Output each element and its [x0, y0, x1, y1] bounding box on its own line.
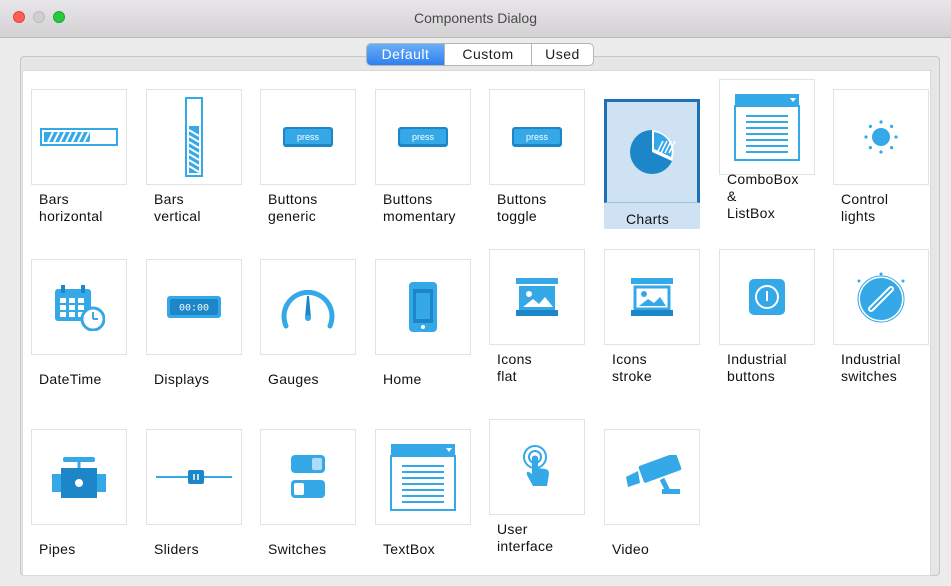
component-item-switches[interactable]: Switches — [260, 429, 356, 557]
svg-text:press: press — [297, 132, 320, 142]
title-bar[interactable]: Components Dialog — [0, 0, 951, 38]
tab-used[interactable]: Used — [532, 44, 593, 65]
svg-text:press: press — [526, 132, 549, 142]
combobox-icon — [719, 79, 815, 175]
component-label: Buttons generic — [268, 191, 318, 224]
image-flat-icon — [489, 249, 585, 345]
component-item-pipes[interactable]: Pipes — [31, 429, 127, 557]
component-label: Pipes — [39, 541, 76, 557]
component-label: Sliders — [154, 541, 199, 557]
component-label: Buttons toggle — [497, 191, 547, 224]
component-label: TextBox — [383, 541, 435, 557]
component-item-icons-flat[interactable]: Icons flat — [489, 249, 585, 384]
press-button-icon: press — [489, 89, 585, 185]
tab-default[interactable]: Default — [367, 44, 445, 65]
component-item-buttons-generic[interactable]: press Buttons generic — [260, 89, 356, 224]
component-item-user-interface[interactable]: User interface — [489, 419, 585, 554]
component-item-buttons-momentary[interactable]: press Buttons momentary — [375, 89, 471, 224]
component-item-combobox-listbox[interactable]: ComboBox & ListBox — [719, 79, 815, 221]
industrial-button-icon — [719, 249, 815, 345]
phone-icon — [375, 259, 471, 355]
tab-custom[interactable]: Custom — [445, 44, 532, 65]
components-dialog-window: Components Dialog Default Custom Used Ba… — [0, 0, 951, 586]
component-label: ComboBox & ListBox — [727, 171, 799, 221]
component-label: Video — [612, 541, 650, 557]
industrial-switch-icon — [833, 249, 929, 345]
component-label: Displays — [154, 371, 210, 387]
svg-text:press: press — [412, 132, 435, 142]
component-label: Home — [383, 371, 422, 387]
svg-text:00:00: 00:00 — [179, 304, 209, 315]
component-item-video[interactable]: Video — [604, 429, 700, 557]
component-item-bars-vertical[interactable]: Bars vertical — [146, 89, 242, 224]
component-item-charts[interactable]: Charts — [604, 99, 700, 229]
component-item-bars-horizontal[interactable]: Bars horizontal — [31, 89, 127, 224]
component-label: Industrial switches — [841, 351, 901, 384]
component-label: Icons stroke — [612, 351, 652, 384]
calendar-clock-icon — [31, 259, 127, 355]
component-label: Charts — [626, 211, 670, 227]
image-stroke-icon — [604, 249, 700, 345]
window-title: Components Dialog — [414, 10, 537, 26]
switch-icon — [260, 429, 356, 525]
component-label: User interface — [497, 521, 554, 554]
component-item-textbox[interactable]: TextBox — [375, 429, 471, 557]
slider-icon — [146, 429, 242, 525]
component-label: Bars horizontal — [39, 191, 103, 224]
component-label: Bars vertical — [154, 191, 201, 224]
component-item-gauges[interactable]: Gauges — [260, 259, 356, 387]
light-icon — [833, 89, 929, 185]
component-item-control-lights[interactable]: Control lights — [833, 89, 929, 224]
press-button-icon: press — [260, 89, 356, 185]
component-item-icons-stroke[interactable]: Icons stroke — [604, 249, 700, 384]
scroll-indicator — [945, 313, 949, 317]
component-label: Gauges — [268, 371, 319, 387]
touch-icon — [489, 419, 585, 515]
component-item-sliders[interactable]: Sliders — [146, 429, 242, 557]
component-label: Control lights — [841, 191, 889, 224]
component-label: Icons flat — [497, 351, 532, 384]
component-item-industrial-buttons[interactable]: Industrial buttons — [719, 249, 815, 384]
components-grid: Bars horizontal Bars vertical press Buttons… — [22, 70, 931, 576]
display-icon: 00:00 — [146, 259, 242, 355]
gauge-icon — [260, 259, 356, 355]
component-item-buttons-toggle[interactable]: press Buttons toggle — [489, 89, 585, 224]
tab-switcher: Default Custom Used — [366, 43, 594, 66]
textbox-icon — [375, 429, 471, 525]
vertical-bar-icon — [146, 89, 242, 185]
component-label: Switches — [268, 541, 327, 557]
component-item-datetime[interactable]: DateTime — [31, 259, 127, 387]
press-button-icon: press — [375, 89, 471, 185]
component-item-displays[interactable]: 00:00 Displays — [146, 259, 242, 387]
camera-icon — [604, 429, 700, 525]
pipe-icon — [31, 429, 127, 525]
component-label: Industrial buttons — [727, 351, 787, 384]
pie-chart-icon — [604, 99, 700, 203]
horizontal-bar-icon — [31, 89, 127, 185]
component-item-industrial-switches[interactable]: Industrial switches — [833, 249, 929, 384]
component-label: Buttons momentary — [383, 191, 456, 224]
component-item-home[interactable]: Home — [375, 259, 471, 387]
component-label: DateTime — [39, 371, 102, 387]
